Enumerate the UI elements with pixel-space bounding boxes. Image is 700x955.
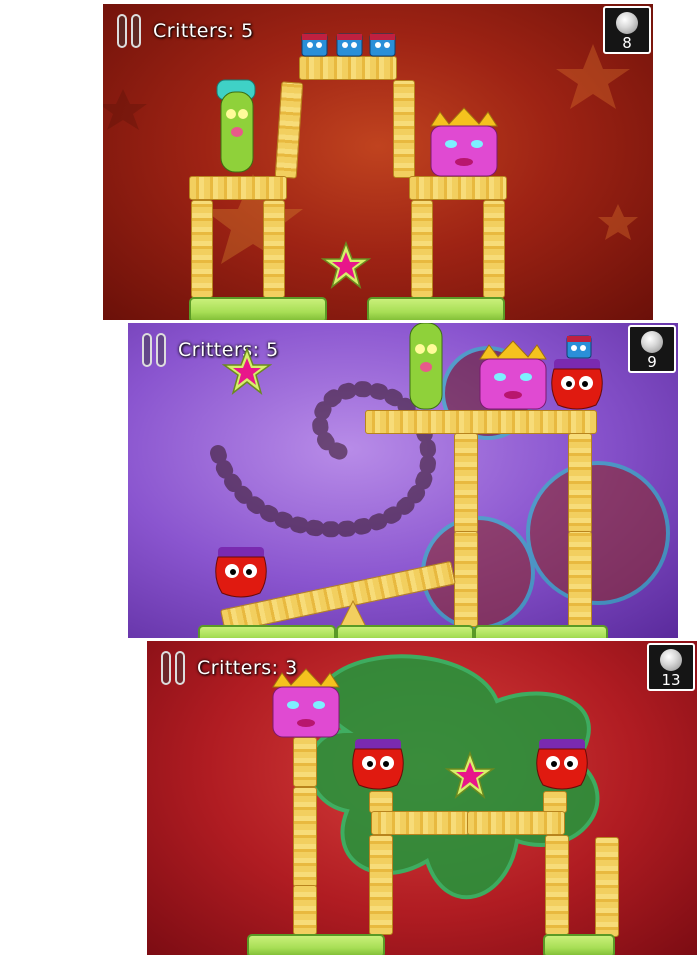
blue-critter[interactable] [566,335,592,359]
game-screen-3[interactable]: Critters: 3 13 [147,641,697,955]
game-screen-2[interactable]: Critters: 5 9 [128,323,678,638]
wood-plank[interactable] [293,787,317,887]
red-critter[interactable] [533,737,591,791]
wood-plank[interactable] [369,791,393,813]
wood-plank[interactable] [369,835,393,935]
ground-block [367,297,505,320]
pause-button[interactable] [142,333,168,367]
wood-plank[interactable] [299,56,397,80]
coin-counter: 8 [603,6,651,54]
wood-plank[interactable] [595,837,619,937]
critters-counter: Critters: 5 [153,20,254,42]
wood-plank[interactable] [467,811,565,835]
wood-plank[interactable] [365,410,597,434]
wood-plank[interactable] [568,433,592,533]
green-critter[interactable] [402,323,450,411]
wood-plank[interactable] [293,885,317,935]
pause-icon-bar [175,651,185,685]
coin-count: 13 [661,671,681,689]
star-icon[interactable] [321,241,371,291]
ground-block [336,625,474,638]
wood-plank[interactable] [454,531,478,627]
ground-block [189,297,327,320]
red-critter[interactable] [212,545,270,599]
coin-icon [616,12,638,34]
wood-plank[interactable] [411,200,433,298]
coin-counter: 9 [628,325,676,373]
pink-critter[interactable] [425,106,503,178]
blue-critter[interactable] [301,32,397,58]
coin-count: 8 [622,34,632,52]
star-icon[interactable] [222,347,272,397]
wood-plank[interactable] [454,433,478,533]
red-critter[interactable] [548,357,606,411]
wood-plank[interactable] [263,200,285,298]
ground-block [543,934,615,955]
pink-critter[interactable] [267,667,345,739]
wood-plank[interactable] [189,176,287,200]
wood-plank[interactable] [409,176,507,200]
pause-icon [142,333,152,367]
ground-block [198,625,336,638]
pause-icon [117,14,127,48]
wood-plank[interactable] [543,791,567,813]
pink-critter[interactable] [474,339,552,411]
pause-button[interactable] [117,14,143,48]
pause-icon [161,651,171,685]
coin-icon [641,331,663,353]
pause-button[interactable] [161,651,187,685]
wood-plank[interactable] [545,835,569,935]
wood-plank[interactable] [191,200,213,298]
pause-icon-bar [156,333,166,367]
wood-plank[interactable] [568,531,592,627]
star-icon[interactable] [445,751,495,801]
red-critter[interactable] [349,737,407,791]
hud: Critters: 5 [117,14,254,48]
ground-block [247,934,385,955]
coin-counter: 13 [647,643,695,691]
coin-icon [660,649,682,671]
wood-plank[interactable] [483,200,505,298]
ground-block [474,625,608,638]
coin-count: 9 [647,353,657,371]
pause-icon-bar [131,14,141,48]
green-critter[interactable] [213,78,261,178]
wood-plank[interactable] [371,811,469,835]
wood-plank[interactable] [393,80,415,178]
game-screen-1[interactable]: Critters: 5 8 [103,4,653,320]
wood-plank[interactable] [293,737,317,787]
